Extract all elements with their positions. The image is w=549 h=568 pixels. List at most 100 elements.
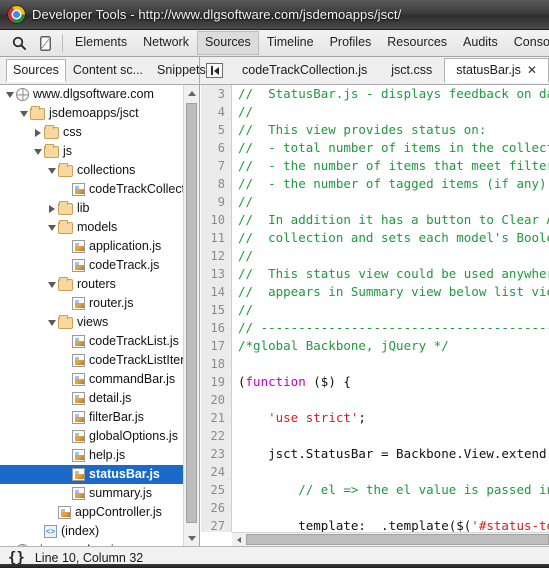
tree-item[interactable]: routers <box>0 275 183 294</box>
code-line[interactable]: 5 // This view provides status on: <box>201 121 549 139</box>
code-line[interactable]: 23 jsct.StatusBar = Backbone.View.extend… <box>201 445 549 463</box>
code-line[interactable]: 13 // This status view could be used anyw… <box>201 265 549 283</box>
tab-profiles[interactable]: Profiles <box>322 31 380 55</box>
code-line[interactable]: 27 template: _.template($('#status-templ… <box>201 517 549 532</box>
code-content[interactable]: 3 // StatusBar.js - displays feedback on … <box>201 85 549 532</box>
chevron-down-icon[interactable] <box>46 167 58 174</box>
globe-icon <box>16 88 29 101</box>
code-token-comment: // In addition it has a button to Clear … <box>238 212 549 227</box>
file-tab-codetrackcollection[interactable]: codeTrackCollection.js <box>230 58 379 84</box>
tree-item[interactable]: codeTrackListIten <box>0 351 183 370</box>
file-tab-jsct-css[interactable]: jsct.css <box>379 58 444 84</box>
line-number: 7 <box>201 157 232 175</box>
code-line[interactable]: 3 // StatusBar.js - displays feedback on … <box>201 85 549 103</box>
code-line[interactable]: 14 // appears in Summary view below list … <box>201 283 549 301</box>
code-line[interactable]: 26 <box>201 499 549 517</box>
tab-elements[interactable]: Elements <box>67 31 135 55</box>
js-file-icon <box>72 240 85 253</box>
tree-vertical-scrollbar[interactable] <box>183 85 199 546</box>
scroll-left-icon[interactable] <box>232 533 245 546</box>
code-line[interactable]: 10 // In addition it has a button to Clea… <box>201 211 549 229</box>
tree-item[interactable]: help.js <box>0 446 183 465</box>
device-toggle-icon[interactable] <box>32 30 58 56</box>
chevron-down-icon[interactable] <box>4 91 16 98</box>
tree-item-label: application.js <box>89 239 162 254</box>
tree-item[interactable]: lib <box>0 199 183 218</box>
file-tab-statusbar[interactable]: statusBar.js ✕ <box>444 57 549 84</box>
code-line[interactable]: 24 <box>201 463 549 481</box>
chevron-right-icon[interactable] <box>32 128 44 137</box>
tab-network[interactable]: Network <box>135 31 197 55</box>
code-line[interactable]: 7 // - the number of items that meet filt… <box>201 157 549 175</box>
code-line[interactable]: 12 // <box>201 247 549 265</box>
code-line[interactable]: 8 // - the number of tagged items (if any… <box>201 175 549 193</box>
chevron-right-icon[interactable] <box>46 204 58 213</box>
tree-item[interactable]: filterBar.js <box>0 408 183 427</box>
tab-audits[interactable]: Audits <box>455 31 506 55</box>
code-line[interactable]: 22 <box>201 427 549 445</box>
code-line[interactable]: 15 // <box>201 301 549 319</box>
js-file-icon <box>58 506 71 519</box>
tree-item[interactable]: js <box>0 142 183 161</box>
scroll-up-icon[interactable] <box>184 85 199 101</box>
code-line-text: // - total number of items in the collec… <box>232 139 549 157</box>
line-number: 17 <box>201 337 232 355</box>
tree-item[interactable]: codeTrackCollect <box>0 180 183 199</box>
tree-item[interactable]: <> (index) <box>0 522 183 541</box>
tree-item-label: models <box>77 220 118 235</box>
code-line[interactable]: 19 (function ($) { <box>201 373 549 391</box>
code-line[interactable]: 21 'use strict'; <box>201 409 549 427</box>
close-icon[interactable]: ✕ <box>527 64 537 76</box>
code-line[interactable]: 16 // -----------------------------------… <box>201 319 549 337</box>
tree-item[interactable]: css <box>0 123 183 142</box>
tree-item[interactable]: codeTrackList.js <box>0 332 183 351</box>
tree-item[interactable]: appController.js <box>0 503 183 522</box>
tree-item[interactable]: detail.js <box>0 389 183 408</box>
chevron-down-icon[interactable] <box>46 224 58 231</box>
tree-item-label: css <box>63 125 82 140</box>
code-line[interactable]: 9 // <box>201 193 549 211</box>
tab-console[interactable]: Console <box>506 31 549 55</box>
tree-item[interactable]: router.js <box>0 294 183 313</box>
tree-item[interactable]: summary.js <box>0 484 183 503</box>
code-line[interactable]: 25 // el => the el value is passed in as… <box>201 481 549 499</box>
code-line[interactable]: 4 // <box>201 103 549 121</box>
code-line[interactable]: 6 // - total number of items in the colle… <box>201 139 549 157</box>
subtab-content-scripts[interactable]: Content sc... <box>66 59 150 83</box>
line-number: 27 <box>201 517 232 532</box>
search-icon[interactable] <box>6 30 32 56</box>
tab-resources[interactable]: Resources <box>379 31 455 55</box>
tree-item[interactable]: codeTrack.js <box>0 256 183 275</box>
scroll-down-icon[interactable] <box>184 530 199 546</box>
chevron-down-icon[interactable] <box>18 110 30 117</box>
editor-horizontal-scrollbar[interactable] <box>232 532 549 546</box>
folder-icon <box>44 143 59 158</box>
code-line-text: // - the number of items that meet filte… <box>232 157 549 175</box>
code-line[interactable]: 20 <box>201 391 549 409</box>
tree-item[interactable]: application.js <box>0 237 183 256</box>
tree-item[interactable]: views <box>0 313 183 332</box>
tree-item[interactable]: globalOptions.js <box>0 427 183 446</box>
tree-item[interactable]: www.dlgsoftware.com <box>0 85 183 104</box>
scrollbar-thumb[interactable] <box>186 103 197 523</box>
tree-item-selected[interactable]: statusBar.js <box>0 465 183 484</box>
show-navigator-icon[interactable] <box>206 63 223 78</box>
tab-timeline[interactable]: Timeline <box>259 31 322 55</box>
chevron-down-icon[interactable] <box>32 148 44 155</box>
line-number: 5 <box>201 121 232 139</box>
code-line[interactable]: 17 /*global Backbone, jQuery */ <box>201 337 549 355</box>
code-line-text <box>232 427 238 445</box>
tree-item[interactable]: commandBar.js <box>0 370 183 389</box>
code-line[interactable]: 18 <box>201 355 549 373</box>
code-line[interactable]: 11 // collection and sets each model's Bo… <box>201 229 549 247</box>
chevron-down-icon[interactable] <box>46 319 58 326</box>
tab-sources[interactable]: Sources <box>196 31 259 55</box>
subtab-sources[interactable]: Sources <box>6 58 66 83</box>
tree-item[interactable]: jsdemoapps/jsct <box>0 104 183 123</box>
folder-icon <box>44 124 59 139</box>
tree-item[interactable]: models <box>0 218 183 237</box>
scrollbar-thumb[interactable] <box>246 534 549 545</box>
chevron-down-icon[interactable] <box>46 281 58 288</box>
line-number: 21 <box>201 409 232 427</box>
tree-item[interactable]: collections <box>0 161 183 180</box>
